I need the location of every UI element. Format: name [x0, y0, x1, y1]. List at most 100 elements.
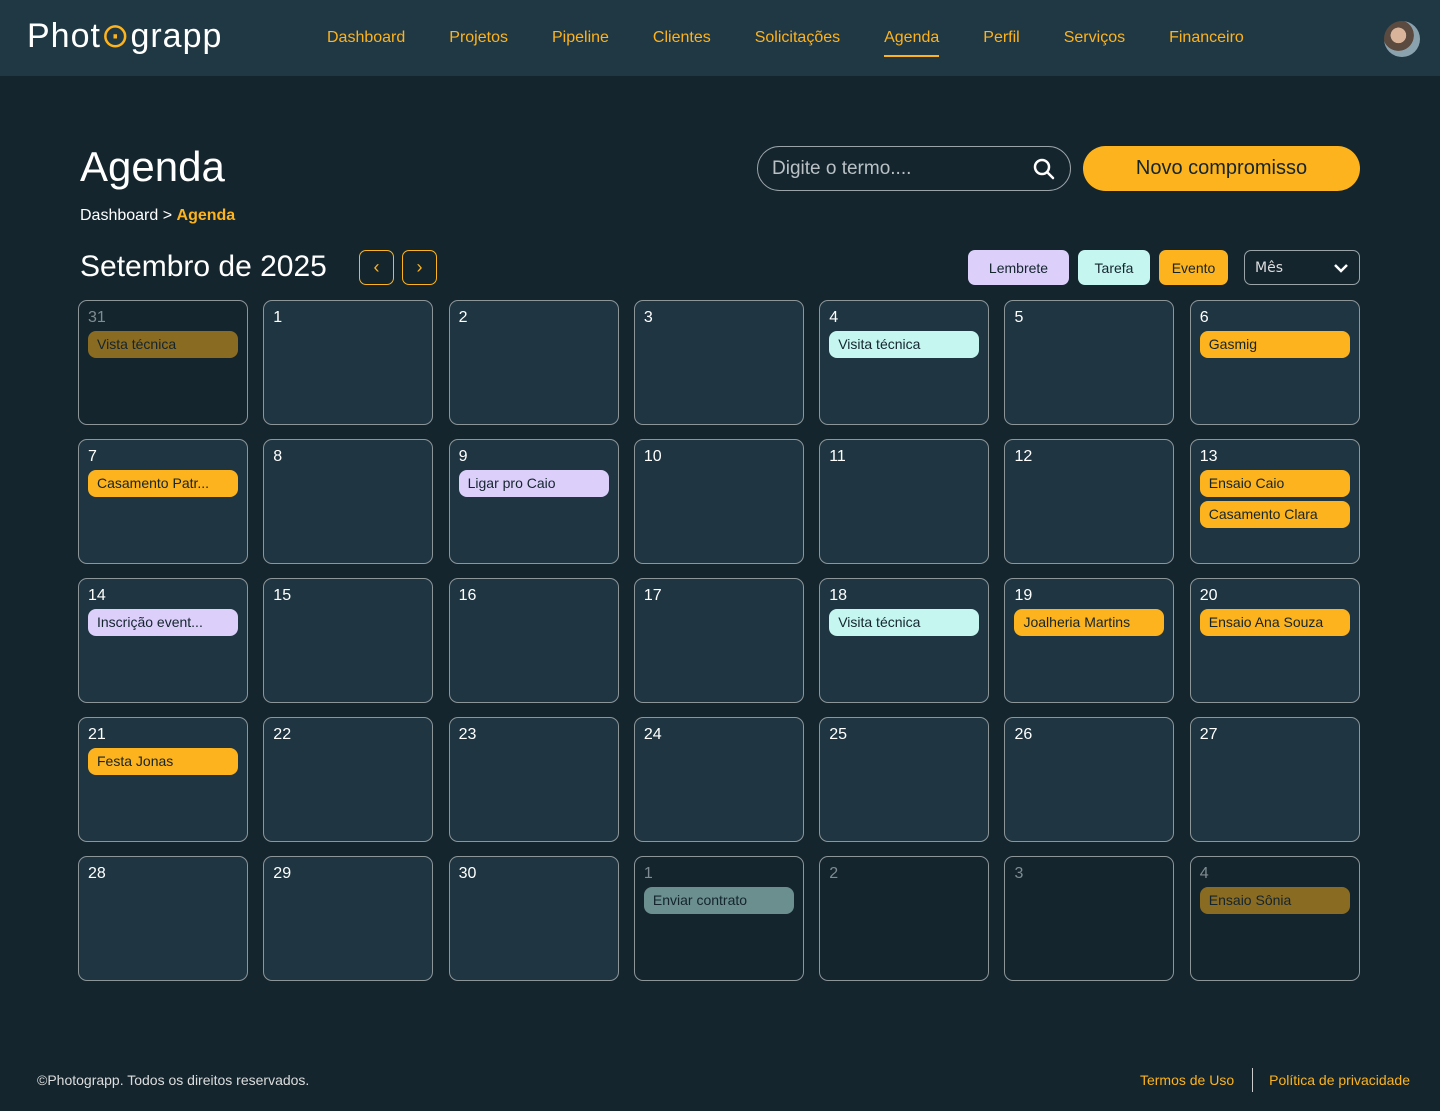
day-number: 11	[829, 448, 846, 465]
calendar-day[interactable]: 9 Ligar pro Caio	[448, 439, 619, 564]
calendar-day[interactable]: 15	[263, 578, 434, 703]
calendar-entry-event[interactable]: Vista técnica	[88, 331, 238, 358]
day-number: 3	[1014, 865, 1024, 882]
breadcrumb: Dashboard > Agenda	[80, 207, 235, 225]
day-number: 24	[643, 726, 662, 743]
calendar-day[interactable]: 28	[78, 856, 248, 981]
calendar-grid: 31 Vista técnica 1 2 3 4 Visita técnica 5 6 Gasmi…	[78, 300, 1360, 981]
day-number: 27	[1199, 726, 1218, 743]
day-number: 16	[458, 587, 477, 604]
chevron-down-icon	[1334, 263, 1348, 273]
calendar-day[interactable]: 20 Ensaio Ana Souza	[1189, 578, 1360, 703]
calendar-day[interactable]: 3	[1004, 856, 1175, 981]
day-number: 10	[643, 448, 662, 465]
calendar-day[interactable]: 7 Casamento Patr...	[78, 439, 248, 564]
nav-agenda[interactable]: Agenda	[884, 19, 940, 57]
filter-reminder[interactable]: Lembrete	[968, 250, 1069, 285]
nav-financeiro[interactable]: Financeiro	[1169, 19, 1244, 57]
calendar-day[interactable]: 29	[263, 856, 434, 981]
next-month-button[interactable]: ›	[402, 250, 437, 285]
day-number: 6	[1199, 309, 1209, 326]
calendar-day[interactable]: 30	[448, 856, 619, 981]
filter-task[interactable]: Tarefa	[1078, 250, 1150, 285]
calendar-entry-task[interactable]: Visita técnica	[829, 331, 980, 358]
calendar-entry-event[interactable]: Festa Jonas	[88, 748, 238, 775]
filter-event[interactable]: Evento	[1159, 250, 1228, 285]
view-select[interactable]: Mês	[1244, 250, 1360, 285]
calendar-day[interactable]: 26	[1004, 717, 1175, 842]
calendar-entry-event[interactable]: Ensaio Caio	[1199, 470, 1350, 497]
calendar-entry-event[interactable]: Casamento Patr...	[88, 470, 238, 497]
calendar-day[interactable]: 16	[448, 578, 619, 703]
day-number: 25	[829, 726, 847, 743]
nav-servicos[interactable]: Serviços	[1064, 19, 1125, 57]
calendar-entry-task[interactable]: Enviar contrato	[643, 887, 794, 914]
calendar-day[interactable]: 2	[819, 856, 990, 981]
user-avatar[interactable]	[1384, 21, 1420, 57]
day-number: 12	[1014, 448, 1033, 465]
day-number: 19	[1014, 587, 1033, 604]
search-input[interactable]	[772, 157, 1032, 180]
calendar-entry-event[interactable]: Casamento Clara	[1199, 501, 1350, 528]
calendar-day[interactable]: 10	[633, 439, 804, 564]
day-number: 17	[643, 587, 662, 604]
calendar-day[interactable]: 12	[1004, 439, 1175, 564]
day-number: 21	[88, 726, 106, 743]
calendar-day[interactable]: 4 Visita técnica	[819, 300, 990, 425]
calendar-day[interactable]: 27	[1189, 717, 1360, 842]
calendar-day[interactable]: 2	[448, 300, 619, 425]
calendar-day[interactable]: 8	[263, 439, 434, 564]
nav-pipeline[interactable]: Pipeline	[552, 19, 609, 57]
calendar-day[interactable]: 6 Gasmig	[1189, 300, 1360, 425]
calendar-day[interactable]: 14 Inscrição event...	[78, 578, 248, 703]
new-appointment-button[interactable]: Novo compromisso	[1083, 146, 1360, 191]
prev-month-button[interactable]: ‹	[359, 250, 394, 285]
day-number: 1	[273, 309, 283, 326]
terms-link[interactable]: Termos de Uso	[1140, 1072, 1234, 1088]
calendar-day[interactable]: 18 Visita técnica	[819, 578, 990, 703]
search-icon[interactable]	[1032, 157, 1056, 181]
calendar-entry-event[interactable]: Ensaio Sônia	[1199, 887, 1350, 914]
calendar-entry-reminder[interactable]: Inscrição event...	[88, 609, 238, 636]
day-number: 26	[1014, 726, 1033, 743]
nav-solicitacoes[interactable]: Solicitações	[755, 19, 840, 57]
calendar-entry-event[interactable]: Joalheria Martins	[1014, 609, 1165, 636]
calendar-day[interactable]: 1 Enviar contrato	[633, 856, 804, 981]
calendar-day[interactable]: 31 Vista técnica	[78, 300, 248, 425]
calendar-entry-reminder[interactable]: Ligar pro Caio	[458, 470, 609, 497]
day-number: 2	[458, 309, 468, 326]
photograpp-logo[interactable]: Phot⊙grapp	[27, 16, 222, 56]
calendar-day[interactable]: 4 Ensaio Sônia	[1189, 856, 1360, 981]
day-number: 22	[273, 726, 292, 743]
calendar-entry-event[interactable]: Gasmig	[1199, 331, 1350, 358]
calendar-day[interactable]: 13 Ensaio Caio Casamento Clara	[1189, 439, 1360, 564]
day-number: 13	[1199, 448, 1218, 465]
calendar-day[interactable]: 19 Joalheria Martins	[1004, 578, 1175, 703]
nav-perfil[interactable]: Perfil	[983, 19, 1019, 57]
breadcrumb-dashboard[interactable]: Dashboard	[80, 207, 158, 224]
calendar-entry-event[interactable]: Ensaio Ana Souza	[1199, 609, 1350, 636]
calendar-day[interactable]: 22	[263, 717, 434, 842]
calendar-day[interactable]: 5	[1004, 300, 1175, 425]
calendar-day[interactable]: 21 Festa Jonas	[78, 717, 248, 842]
calendar-day[interactable]: 17	[633, 578, 804, 703]
nav-projetos[interactable]: Projetos	[449, 19, 508, 57]
privacy-link[interactable]: Política de privacidade	[1269, 1072, 1410, 1088]
calendar-day[interactable]: 3	[633, 300, 804, 425]
calendar-day[interactable]: 25	[819, 717, 990, 842]
calendar-day[interactable]: 23	[448, 717, 619, 842]
calendar-entry-task[interactable]: Visita técnica	[829, 609, 980, 636]
nav-dashboard[interactable]: Dashboard	[327, 19, 405, 57]
day-number: 3	[643, 309, 653, 326]
calendar-day[interactable]: 11	[819, 439, 990, 564]
day-number: 31	[88, 309, 106, 326]
day-number: 28	[88, 865, 106, 882]
calendar-day[interactable]: 24	[633, 717, 804, 842]
day-number: 2	[829, 865, 839, 882]
divider	[1252, 1068, 1254, 1092]
calendar-day[interactable]: 1	[263, 300, 434, 425]
nav-clientes[interactable]: Clientes	[653, 19, 711, 57]
view-select-value: Mês	[1255, 259, 1283, 276]
chevron-right-icon: ›	[416, 257, 423, 277]
day-number: 9	[458, 448, 468, 465]
